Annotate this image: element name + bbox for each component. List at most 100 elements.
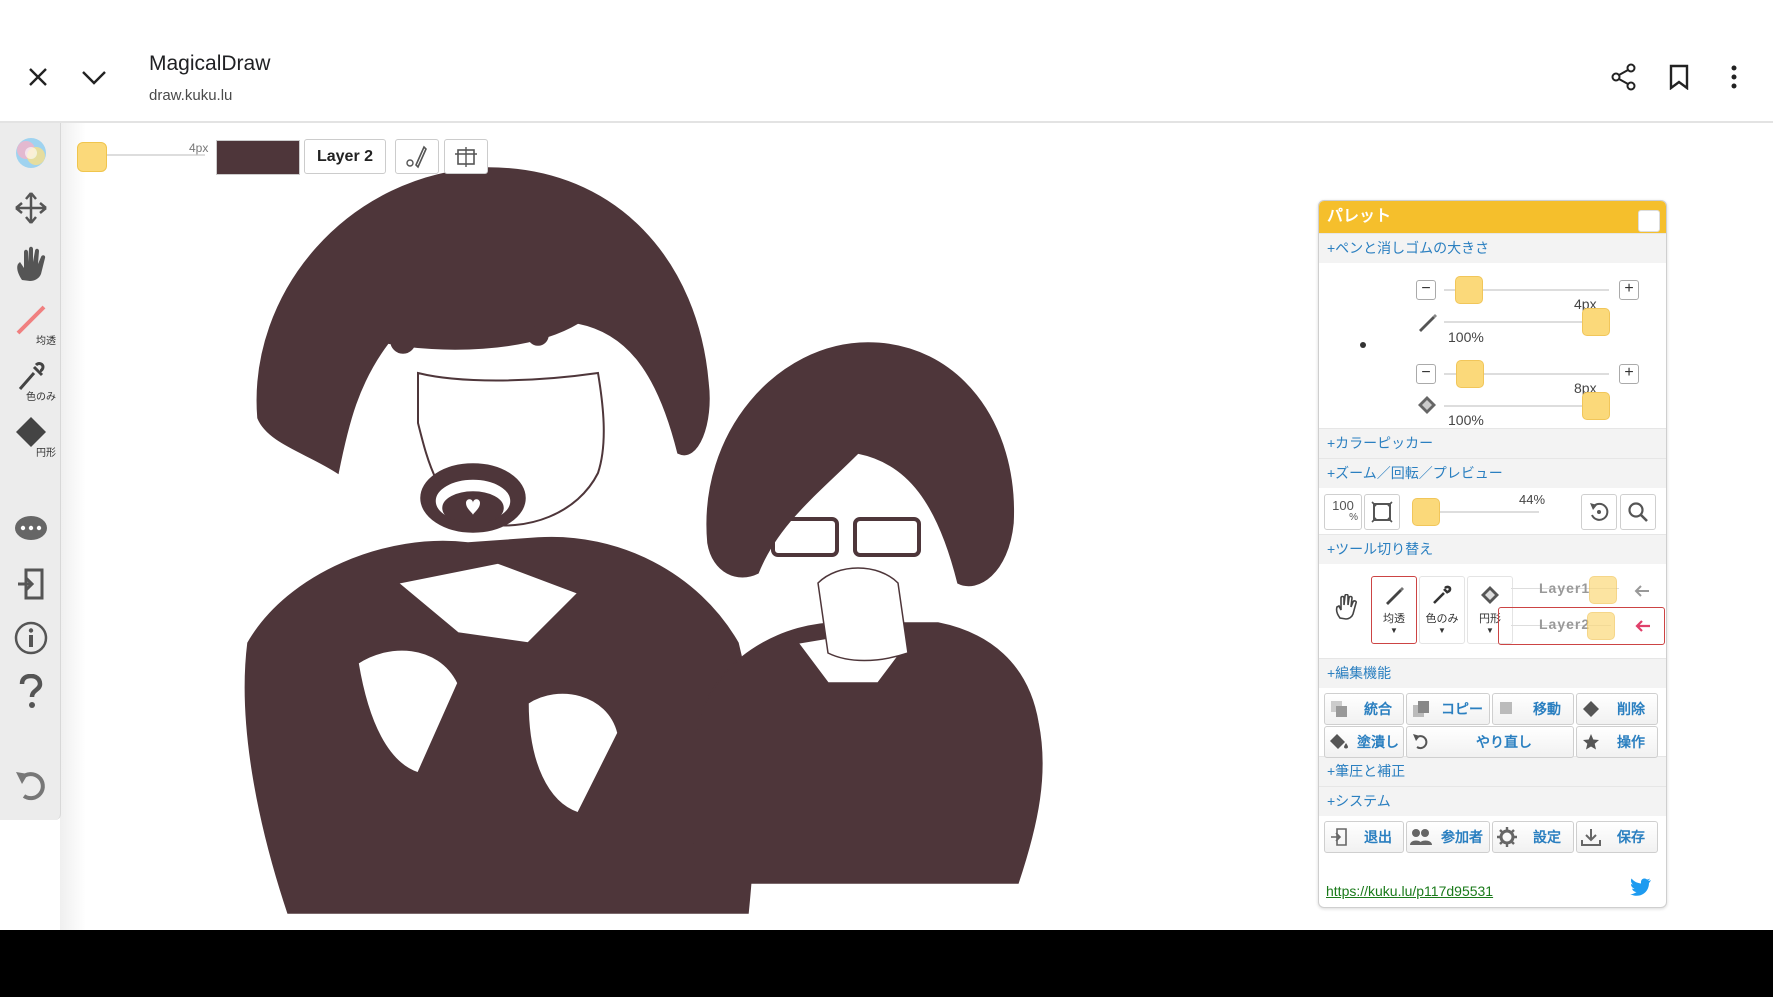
- operation-button[interactable]: 操作: [1576, 726, 1658, 758]
- members-button-label: 参加者: [1441, 829, 1483, 845]
- right-character: [689, 342, 1043, 884]
- fit-screen-button[interactable]: [1364, 494, 1400, 530]
- section-system[interactable]: +システム: [1319, 786, 1666, 816]
- settings-button-label: 設定: [1533, 829, 1561, 845]
- share-icon[interactable]: [1602, 55, 1646, 99]
- zoom-percent-symbol: %: [1349, 512, 1358, 523]
- pen-size-plus-button[interactable]: +: [1619, 280, 1639, 300]
- layer2-label: Layer2: [1539, 616, 1591, 632]
- section-tool-switch[interactable]: +ツール切り替え: [1319, 534, 1666, 564]
- members-icon: [1407, 828, 1435, 846]
- delete-eraser-icon: [1577, 700, 1605, 718]
- more-menu-icon[interactable]: [1712, 55, 1756, 99]
- layer1-label: Layer1: [1539, 580, 1591, 596]
- layer1-opacity-knob[interactable]: [1589, 576, 1617, 604]
- page-title: MagicalDraw: [149, 52, 271, 75]
- palette-header: パレット: [1319, 201, 1666, 233]
- share-url-link[interactable]: https://kuku.lu/p117d95531: [1326, 883, 1493, 899]
- hand-tool-button[interactable]: [1324, 578, 1368, 638]
- pen-tool-button-label: 均透: [1383, 613, 1405, 625]
- exit-icon: [1325, 828, 1353, 846]
- close-icon[interactable]: [16, 55, 60, 99]
- twitter-bird-icon[interactable]: [1630, 878, 1652, 901]
- size-slider-knob[interactable]: [77, 142, 107, 172]
- eraser-size-plus-button[interactable]: +: [1619, 364, 1639, 384]
- layer1-row[interactable]: Layer1: [1503, 572, 1629, 608]
- exit-button-label: 退出: [1364, 829, 1392, 845]
- layer2-opacity-knob[interactable]: [1587, 612, 1615, 640]
- save-button-label: 保存: [1617, 829, 1645, 845]
- star-icon: [1577, 733, 1605, 751]
- current-color-swatch[interactable]: [216, 140, 300, 175]
- eyedropper-tool-label: 色のみ: [26, 392, 56, 403]
- eraser-tool-icon[interactable]: 円形: [8, 409, 56, 459]
- section-color-picker[interactable]: +カラーピッカー: [1319, 428, 1666, 458]
- zoom-block: 100 % 44%: [1319, 488, 1666, 534]
- pen-opacity-knob[interactable]: [1582, 308, 1610, 336]
- chevron-down-icon[interactable]: [72, 55, 116, 99]
- members-button[interactable]: 参加者: [1406, 821, 1490, 853]
- merge-icon: [1325, 700, 1353, 718]
- section-edit[interactable]: +編集機能: [1319, 658, 1666, 688]
- eraser-opacity-value: 100%: [1448, 412, 1484, 428]
- color-wheel-icon[interactable]: [8, 130, 54, 176]
- merge-button-label: 統合: [1364, 701, 1392, 717]
- info-icon[interactable]: [8, 615, 54, 661]
- settings-button[interactable]: 設定: [1492, 821, 1574, 853]
- eraser-tool-label: 円形: [36, 448, 56, 459]
- bookmark-icon[interactable]: [1657, 55, 1701, 99]
- pen-tool-icon[interactable]: 均透: [8, 297, 56, 347]
- pen-size-minus-button[interactable]: −: [1416, 280, 1436, 300]
- pen-tool-dropdown-arrow: ▼: [1390, 626, 1398, 635]
- exit-door-icon[interactable]: [8, 561, 54, 607]
- section-pen-eraser-size[interactable]: +ペンと消しゴムの大きさ: [1319, 233, 1666, 263]
- tool-sidebar: 均透 色のみ 円形: [0, 123, 61, 820]
- move-icon[interactable]: [8, 185, 54, 231]
- zoom-value: 44%: [1519, 492, 1546, 507]
- copy-button[interactable]: コピー: [1406, 693, 1490, 725]
- layer2-active-arrow-icon: [1635, 619, 1651, 637]
- layer2-row[interactable]: Layer2: [1498, 607, 1665, 645]
- size-value: 4px: [189, 141, 209, 155]
- preview-search-button[interactable]: [1620, 494, 1656, 530]
- pen-size-knob[interactable]: [1455, 276, 1483, 304]
- edit-block: 統合 コピー 移動 削除 塗潰し やり直し 操作: [1319, 688, 1666, 758]
- fill-button[interactable]: 塗潰し: [1324, 726, 1404, 758]
- canvas-resize-button[interactable]: [444, 139, 488, 174]
- layer1-arrow-icon[interactable]: [1634, 584, 1650, 602]
- pen-settings-button[interactable]: [395, 139, 439, 174]
- rotate-reset-button[interactable]: [1581, 494, 1617, 530]
- layer-select-button[interactable]: Layer 2: [304, 139, 386, 174]
- delete-button[interactable]: 削除: [1576, 693, 1658, 725]
- section-brush-pressure[interactable]: +筆圧と補正: [1319, 756, 1666, 786]
- palette-collapse-checkbox[interactable]: [1638, 210, 1660, 232]
- move-layer-button-label: 移動: [1533, 701, 1561, 717]
- paint-bucket-icon: [1325, 733, 1353, 751]
- copy-button-label: コピー: [1441, 701, 1483, 717]
- zoom-knob[interactable]: [1412, 498, 1440, 526]
- help-icon[interactable]: [8, 669, 54, 715]
- eyedropper-dropdown-arrow: ▼: [1438, 626, 1446, 635]
- pen-tool-button[interactable]: 均透 ▼: [1371, 576, 1417, 644]
- eyedropper-tool-button[interactable]: 色のみ ▼: [1419, 576, 1465, 644]
- operation-button-label: 操作: [1617, 734, 1645, 750]
- delete-button-label: 削除: [1617, 701, 1645, 717]
- eyedropper-tool-icon[interactable]: 色のみ: [8, 353, 56, 403]
- redo-button[interactable]: やり直し: [1406, 726, 1574, 758]
- eraser-size-knob[interactable]: [1456, 360, 1484, 388]
- merge-button[interactable]: 統合: [1324, 693, 1404, 725]
- exit-button[interactable]: 退出: [1324, 821, 1404, 853]
- browser-header: MagicalDraw draw.kuku.lu: [0, 0, 1773, 123]
- undo-icon[interactable]: [8, 763, 54, 809]
- eraser-size-minus-button[interactable]: −: [1416, 364, 1436, 384]
- zoom-100-button[interactable]: 100 %: [1324, 494, 1362, 530]
- copy-icon: [1407, 700, 1435, 718]
- hand-icon[interactable]: [8, 241, 54, 287]
- chat-icon[interactable]: [8, 507, 54, 553]
- eraser-opacity-knob[interactable]: [1582, 392, 1610, 420]
- bottom-bar: [0, 930, 1773, 997]
- gear-icon: [1493, 827, 1521, 847]
- save-button[interactable]: 保存: [1576, 821, 1658, 853]
- section-zoom[interactable]: +ズーム／回転／プレビュー: [1319, 458, 1666, 488]
- move-layer-button[interactable]: 移動: [1492, 693, 1574, 725]
